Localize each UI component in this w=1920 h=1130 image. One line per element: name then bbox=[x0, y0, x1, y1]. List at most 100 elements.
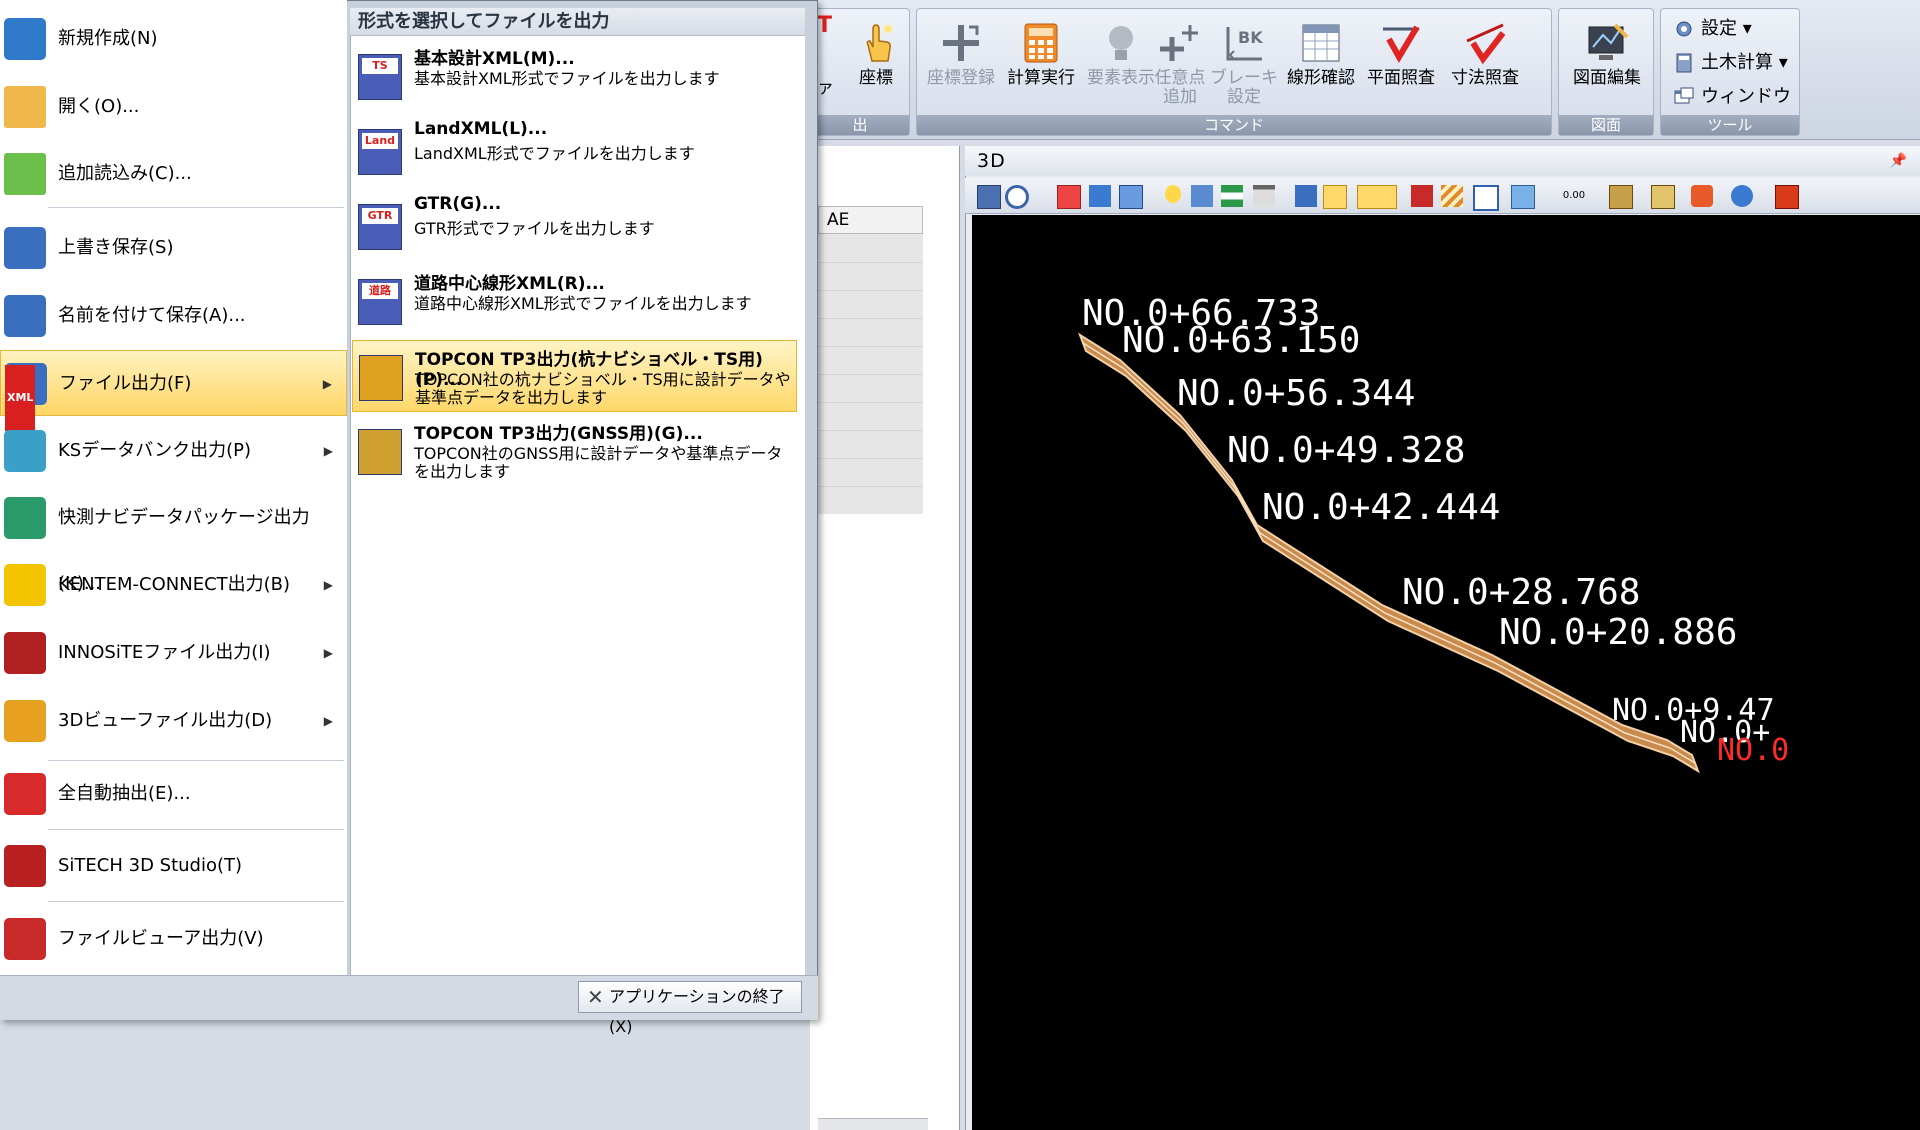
3d-view-icon bbox=[4, 700, 46, 742]
settings-button[interactable]: 設定 ▾ bbox=[1671, 15, 1752, 43]
xml-export-icon: XML bbox=[5, 363, 47, 431]
register-coord-button[interactable]: 座標登録 bbox=[919, 21, 1003, 111]
menu-item-label: 上書き保存(S) bbox=[58, 237, 174, 258]
menu-item-ks-databank[interactable]: KSデータバンク出力(P) ▶ bbox=[0, 418, 347, 484]
drawing-edit-button[interactable]: 図面編集 bbox=[1565, 21, 1649, 111]
zoom-extent-icon[interactable] bbox=[977, 185, 1001, 209]
exit-application-button[interactable]: ✕ アプリケーションの終了(X) bbox=[578, 981, 802, 1036]
submenu-header: 形式を選択してファイルを出力 bbox=[350, 8, 805, 36]
alignment-check-button[interactable]: 線形確認 bbox=[1279, 21, 1363, 111]
submenu-item-basic-design-xml[interactable]: TS 基本設計XML(M)... 基本設計XML形式でファイルを出力します bbox=[352, 40, 797, 112]
submenu-item-road-center-xml[interactable]: 道路 道路中心線形XML(R)... 道路中心線形XML形式でファイルを出力します bbox=[352, 265, 797, 337]
ribbon-group-output: T ァ 座標 出 bbox=[810, 8, 910, 136]
submenu-item-landxml[interactable]: Land LandXML(L)... LandXML形式でファイルを出力します bbox=[352, 115, 797, 187]
calc-run-button[interactable]: 計算実行 bbox=[999, 21, 1083, 111]
horizontal-scrollbar[interactable] bbox=[818, 1118, 928, 1130]
export-view-icon[interactable] bbox=[1775, 185, 1799, 209]
submenu-arrow-icon: ▶ bbox=[323, 714, 333, 728]
plan-check-icon bbox=[1383, 25, 1420, 63]
light-icon[interactable] bbox=[1165, 185, 1181, 203]
ip-list-icon[interactable] bbox=[1411, 185, 1433, 207]
zoom-icon[interactable] bbox=[1005, 185, 1029, 209]
coord-button[interactable]: 座標 bbox=[841, 21, 911, 111]
menu-item-save[interactable]: 上書き保存(S) bbox=[0, 215, 347, 281]
view-active-icon[interactable] bbox=[1323, 185, 1347, 209]
add-point-button[interactable]: 任意点 追加 bbox=[1143, 21, 1217, 111]
section-icon[interactable] bbox=[1221, 185, 1243, 207]
menu-item-save-as[interactable]: 名前を付けて保存(A)... bbox=[0, 283, 347, 349]
grid-row-divider bbox=[818, 458, 923, 459]
lightbulb-icon bbox=[1109, 26, 1133, 60]
menu-item-auto-extract[interactable]: 全自動抽出(E)... bbox=[0, 761, 347, 827]
view-front-icon[interactable] bbox=[1295, 185, 1317, 207]
3d-viewport[interactable]: NO.0+66.733 NO.0+63.150 NO.0+56.344 NO.0+49… bbox=[972, 215, 1920, 1130]
delete-view-icon[interactable] bbox=[1057, 185, 1081, 209]
svg-text:BK: BK bbox=[1238, 28, 1263, 47]
dimension-check-icon bbox=[1466, 23, 1506, 65]
decimal-icon[interactable]: 0.00 bbox=[1559, 185, 1589, 207]
plan-check-button[interactable]: 平面照査 bbox=[1359, 21, 1443, 111]
submenu-item-gtr[interactable]: GTR GTR(G)... GTR形式でファイルを出力します bbox=[352, 190, 797, 262]
ks-databank-icon bbox=[4, 430, 46, 472]
pan-icon[interactable] bbox=[1089, 185, 1111, 207]
cmd-label-7: 寸法照査 bbox=[1451, 68, 1519, 88]
add-point-icon bbox=[1160, 25, 1198, 61]
refresh-icon[interactable] bbox=[1731, 185, 1753, 207]
menu-item-xml-export[interactable]: XML ファイル出力(F) ▶ bbox=[0, 350, 347, 431]
menu-item-sitech-studio[interactable]: SiTECH 3D Studio(T) bbox=[0, 833, 347, 899]
station-label: NO.0+49.328 bbox=[1227, 430, 1465, 471]
basic-design-xml-icon: TS bbox=[358, 54, 402, 100]
menu-item-3d-view[interactable]: 3Dビューファイル出力(D) ▶ bbox=[0, 688, 347, 754]
panel-3d-title: 3D 📌 bbox=[965, 146, 1920, 176]
menu-item-innosite[interactable]: INNOSiTEファイル出力(I) ▶ bbox=[0, 620, 347, 686]
save-as-icon bbox=[4, 295, 46, 337]
brake-setting-button[interactable]: BK ブレーキ 設定 bbox=[1207, 21, 1281, 111]
box-view-icon[interactable] bbox=[1473, 185, 1499, 211]
frame-icon[interactable] bbox=[1609, 185, 1633, 209]
menu-item-add-folder[interactable]: 追加読込み(C)... bbox=[0, 141, 347, 207]
menu-item-label: 開く(O)... bbox=[58, 96, 140, 117]
grid-row-divider bbox=[818, 430, 923, 431]
dimension-check-button[interactable]: 寸法照査 bbox=[1443, 21, 1527, 111]
menu-item-navi-package[interactable]: 快測ナビデータパッケージ出力(K)... bbox=[0, 485, 347, 594]
topcon-tp3-ts-icon bbox=[359, 355, 403, 401]
frame2-icon[interactable] bbox=[1651, 185, 1675, 209]
partial-label-t: T bbox=[817, 13, 833, 38]
cmd-label-3: 任意点 追加 bbox=[1154, 68, 1206, 107]
ribbon-group-drawing: 図面編集 図面 bbox=[1558, 8, 1654, 136]
panel-3d-title-text: 3D bbox=[977, 150, 1006, 172]
menu-item-new-file[interactable]: 新規作成(N) bbox=[0, 6, 347, 72]
grid-row-divider bbox=[818, 318, 923, 319]
cube-view-icon[interactable] bbox=[1511, 185, 1535, 209]
grid-column-header[interactable]: AE bbox=[818, 206, 923, 234]
tool-label-2: ウィンドウ bbox=[1701, 86, 1791, 107]
submenu-item-topcon-tp3-gnss[interactable]: TOPCON TP3出力(GNSS用)(G)... TOPCON社のGNSS用に設… bbox=[352, 415, 797, 487]
window-button[interactable]: ウィンドウ ▾ bbox=[1671, 83, 1799, 135]
station-label: NO.0+63.150 bbox=[1122, 320, 1360, 361]
station-label: NO.0+56.344 bbox=[1177, 373, 1415, 414]
menu-item-label: SiTECH 3D Studio(T) bbox=[58, 855, 243, 876]
civil-calc-button[interactable]: 土木計算 ▾ bbox=[1671, 49, 1788, 77]
settings-view-icon[interactable] bbox=[1191, 185, 1213, 207]
submenu-item-title: LandXML(L)... bbox=[414, 119, 548, 139]
hatch-icon[interactable] bbox=[1441, 185, 1463, 207]
color-icon[interactable] bbox=[1691, 185, 1713, 207]
menu-item-open-folder[interactable]: 開く(O)... bbox=[0, 74, 347, 140]
drawing-group-label: 図面 bbox=[1559, 115, 1653, 135]
submenu-arrow-icon: ▶ bbox=[322, 377, 332, 391]
pin-icon[interactable]: 📌 bbox=[1890, 146, 1908, 176]
menu-item-file-viewer[interactable]: ファイルビューア出力(V) bbox=[0, 906, 347, 972]
menu-item-label: 全自動抽出(E)... bbox=[58, 783, 191, 804]
innosite-icon bbox=[4, 632, 46, 674]
layer-icon[interactable] bbox=[1253, 185, 1275, 207]
menu-item-kentem-connect[interactable]: KENTEM-CONNECT出力(B) ▶ bbox=[0, 552, 347, 618]
rotate-icon[interactable] bbox=[1119, 185, 1143, 209]
ip-view-icon[interactable] bbox=[1357, 185, 1397, 209]
road-alignment-drawing: NO.0+66.733NO.0+63.150NO.0+56.344NO.0+49… bbox=[1078, 293, 1789, 774]
coord-label: 座標 bbox=[859, 68, 893, 88]
submenu-item-topcon-tp3-ts[interactable]: TOPCON TP3出力(杭ナビショベル・TS用)(P)... TOPCON社の杭… bbox=[352, 340, 797, 412]
window-icon bbox=[1674, 87, 1694, 104]
landxml-icon: Land bbox=[358, 129, 402, 175]
toolbar-3d: 0.00 bbox=[965, 178, 1920, 214]
gtr-icon: GTR bbox=[358, 204, 402, 250]
